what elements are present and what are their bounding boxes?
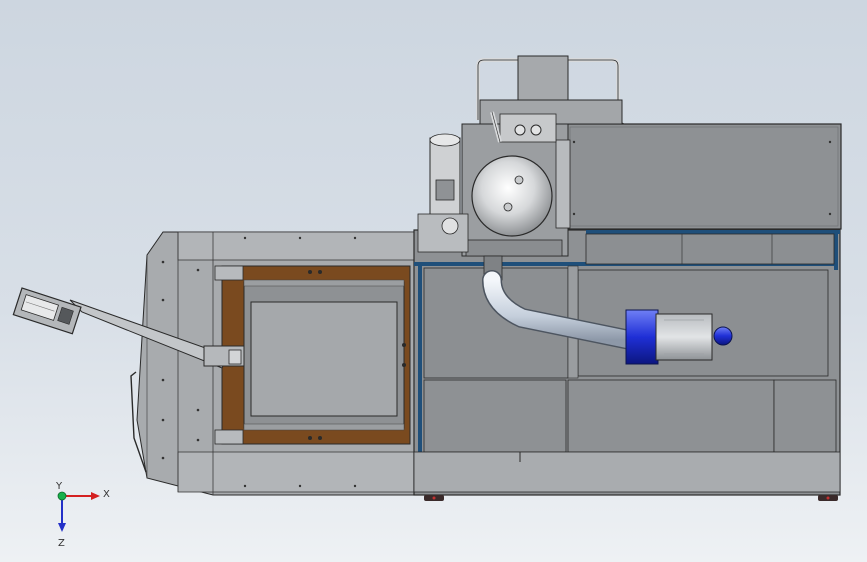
cabinet-panel-upper — [585, 233, 835, 265]
cad-top-view: X Y Z — [12, 55, 842, 549]
y-axis-label: Y — [55, 481, 63, 492]
cabinet-panel-lower-mid — [567, 379, 775, 453]
x-axis-label: X — [103, 489, 110, 500]
cabinet-panel-lower-left — [423, 379, 567, 453]
motor-connector — [713, 326, 733, 346]
z-axis-label: Z — [58, 538, 65, 549]
head-top-block — [517, 55, 569, 101]
cabinet-base-strip — [413, 451, 841, 493]
work-plate — [250, 301, 398, 417]
axis-triad: X Y Z — [55, 481, 110, 549]
servo-motor-body — [655, 313, 713, 361]
upper-right-cover — [566, 123, 842, 230]
blue-rail-left — [418, 262, 422, 452]
y-axis-dot — [57, 491, 67, 501]
control-pendant — [12, 287, 82, 335]
spindle-dome — [471, 155, 553, 237]
main-cabinet — [413, 229, 841, 501]
servo-motor-flange — [625, 309, 659, 365]
machine-feet — [424, 495, 838, 501]
cabinet-panel-lower-right — [773, 379, 837, 453]
